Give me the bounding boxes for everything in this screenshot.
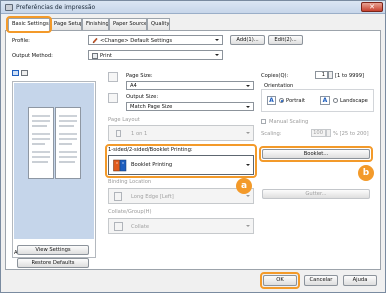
chevron-down-icon (246, 195, 250, 197)
scaling-input[interactable]: 100 (311, 129, 326, 137)
tab-page-setup[interactable]: Page Setup (50, 18, 82, 30)
page-size-value: A4 (130, 83, 137, 89)
output-size-label: Output Size: (126, 94, 159, 100)
portrait-icon: A (267, 96, 276, 105)
copies-input[interactable]: 1 (315, 71, 328, 79)
restore-defaults-button[interactable]: Restore Defaults (17, 258, 89, 268)
output-size-select[interactable]: Match Page Size (126, 102, 254, 111)
callout-b: b (358, 165, 374, 181)
chevron-down-icon (215, 54, 219, 56)
help-button[interactable]: Ajuda (343, 275, 377, 286)
chevron-down-icon (215, 39, 219, 41)
collate-select[interactable]: Collate (108, 218, 254, 234)
output-method-select[interactable]: Print (88, 50, 223, 60)
profile-value: <Change> Default Settings (100, 37, 173, 44)
portrait-radio[interactable] (279, 98, 284, 103)
profile-select[interactable]: <Change> Default Settings (88, 35, 223, 45)
title-bar: Preferências de impressão ✕ (1, 1, 385, 14)
manual-scaling-label: Manual Scaling (269, 119, 309, 125)
profile-label: Profile: (12, 38, 30, 44)
add-profile-button[interactable]: Add(1)... (230, 35, 265, 45)
print-mode-highlight (105, 144, 257, 178)
printer-icon (5, 4, 13, 11)
ok-highlight (260, 272, 300, 289)
page-view-icon[interactable] (12, 70, 19, 76)
page-layout-value: 1 on 1 (131, 130, 148, 137)
close-button[interactable]: ✕ (361, 2, 383, 12)
binding-icon (114, 192, 122, 201)
output-method-value: Print (100, 52, 112, 59)
gutter-button[interactable]: Gutter... (262, 189, 370, 199)
binding-location-select[interactable]: Long Edge [Left] (108, 188, 254, 204)
preview-background (14, 83, 94, 239)
chevron-down-icon (246, 105, 250, 108)
copies-range: [1 to 9999] (335, 73, 365, 79)
copies-label: Copies(Q): (261, 73, 289, 79)
tab-finishing[interactable]: Finishing (82, 18, 109, 30)
landscape-label: Landscape (340, 98, 368, 104)
page-size-select[interactable]: A4 (126, 81, 254, 90)
tab-paper-source[interactable]: Paper Source (109, 18, 147, 30)
chevron-down-icon (246, 225, 250, 227)
chevron-down-icon (246, 132, 250, 134)
portrait-label: Portrait (286, 98, 306, 104)
print-icon (92, 52, 98, 59)
scaling-range: % [25 to 200] (333, 131, 369, 137)
landscape-radio[interactable] (333, 98, 338, 103)
print-preferences-window: Preferências de impressão ✕ Basic Settin… (0, 0, 386, 293)
window-title: Preferências de impressão (16, 4, 96, 11)
booklet-right-page (55, 107, 81, 179)
pencil-icon (92, 37, 98, 44)
copies-spinner[interactable] (328, 71, 333, 79)
output-method-label: Output Method: (12, 53, 53, 59)
printer-view-icon[interactable] (21, 70, 28, 76)
orientation-label: Orientation (263, 83, 295, 89)
page-layout-select[interactable]: 1 on 1 (108, 125, 254, 141)
booklet-left-page (28, 107, 54, 179)
scaling-label: Scaling: (261, 131, 282, 137)
binding-location-value: Long Edge [Left] (131, 193, 174, 200)
output-size-icon (108, 93, 118, 103)
page-layout-label: Page Layout (108, 117, 140, 123)
page-layout-icon (116, 130, 121, 137)
cancel-button[interactable]: Cancelar (304, 275, 338, 286)
collate-icon (114, 222, 123, 231)
collate-label: Collate/Group(H) (108, 209, 152, 215)
edit-profile-button[interactable]: Edit(2)... (268, 35, 303, 45)
booklet-highlight (259, 146, 373, 162)
callout-a: a (236, 178, 252, 194)
landscape-icon: A (320, 96, 330, 105)
page-size-icon (108, 72, 118, 82)
output-size-value: Match Page Size (130, 104, 173, 110)
view-settings-button[interactable]: View Settings (17, 245, 89, 255)
close-icon: ✕ (369, 3, 375, 11)
page-size-label: Page Size: (126, 73, 153, 79)
tab-highlight (6, 16, 52, 33)
scaling-spinner[interactable] (326, 129, 331, 137)
manual-scaling-checkbox[interactable] (261, 119, 266, 124)
tab-quality[interactable]: Quality (147, 18, 170, 30)
binding-location-label: Binding Location (108, 179, 152, 185)
collate-value: Collate (131, 223, 150, 230)
chevron-down-icon (246, 84, 250, 87)
